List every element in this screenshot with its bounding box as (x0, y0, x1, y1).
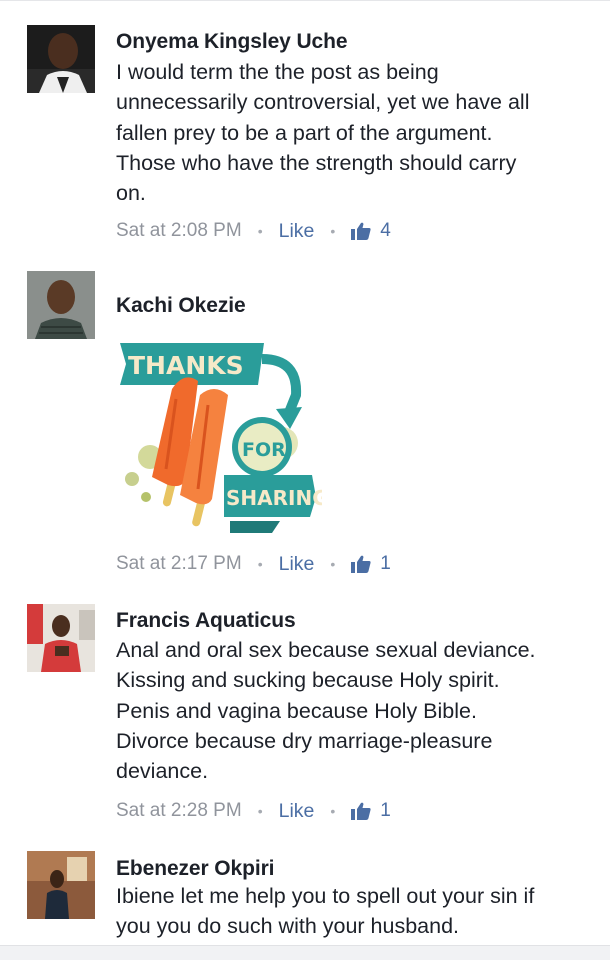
avatar[interactable] (27, 271, 95, 339)
like-link[interactable]: Like (279, 220, 315, 243)
comment-meta: Sat at 2:17 PM • Like • 1 (116, 552, 391, 576)
like-count[interactable]: 1 (380, 800, 391, 822)
comment-text: I would term the the post as being unnec… (116, 60, 530, 206)
sticker-line-1: THANKS (128, 351, 244, 380)
avatar[interactable] (27, 604, 95, 672)
comment-timestamp[interactable]: Sat at 2:08 PM (116, 220, 242, 242)
thumbs-up-icon (351, 802, 371, 820)
comment-meta: Sat at 2:28 PM • Like • 1 (116, 799, 391, 823)
like-count[interactable]: 1 (380, 553, 391, 575)
comment-text: Anal and oral sex because sexual devianc… (116, 638, 536, 784)
like-count[interactable]: 4 (380, 220, 391, 242)
separator-dot: • (257, 223, 263, 239)
comment-meta: Sat at 2:08 PM • Like • 4 (116, 219, 391, 243)
sticker-line-2: FOR (242, 439, 286, 461)
like-link[interactable]: Like (279, 800, 315, 823)
bottom-bar (0, 945, 610, 960)
comment-author[interactable]: Francis Aquaticus (116, 609, 296, 633)
avatar[interactable] (27, 25, 95, 93)
comment-text: Ibiene let me help you to spell out your… (116, 884, 535, 939)
thanks-for-sharing-sticker: THANKS FOR SHARING (112, 339, 329, 539)
comment-author[interactable]: Kachi Okezie (116, 294, 246, 318)
separator-dot: • (330, 223, 336, 239)
thumbs-up-icon (351, 222, 371, 240)
separator-dot: • (330, 556, 336, 572)
like-link[interactable]: Like (279, 553, 315, 576)
comments-screen: Onyema Kingsley Uche I would term the th… (0, 0, 610, 960)
comment-timestamp[interactable]: Sat at 2:28 PM (116, 800, 242, 822)
separator-dot: • (257, 556, 263, 572)
sticker-line-3: SHARING (226, 486, 322, 510)
separator-dot: • (257, 803, 263, 819)
thumbs-up-icon (351, 555, 371, 573)
avatar[interactable] (27, 851, 95, 919)
comment-author[interactable]: Ebenezer Okpiri (116, 857, 274, 881)
comment-author[interactable]: Onyema Kingsley Uche (116, 30, 348, 54)
separator-dot: • (330, 803, 336, 819)
comment-timestamp[interactable]: Sat at 2:17 PM (116, 553, 242, 575)
